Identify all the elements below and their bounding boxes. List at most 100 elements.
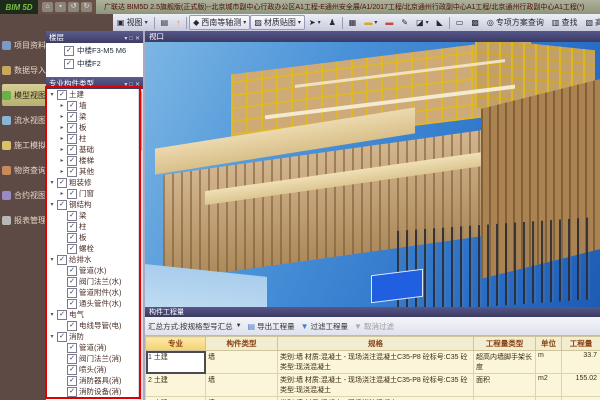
checkbox-checked-icon[interactable]: ✓	[67, 376, 77, 386]
cell-type[interactable]: 墙	[206, 374, 278, 397]
home-icon[interactable]: ⌂	[42, 2, 53, 12]
checkbox-checked-icon[interactable]: ✓	[57, 90, 67, 100]
tree-item[interactable]: ▸✓柱	[46, 133, 143, 144]
3d-viewport[interactable]	[145, 42, 600, 307]
cell-major[interactable]: 3土建	[146, 397, 206, 400]
cell-spec[interactable]: 类别:墙 材质:混凝土 - 现场浇注混凝土C35-P8	[278, 397, 474, 400]
tree-item[interactable]: ✓通头管件(水)	[46, 298, 143, 309]
grid-button[interactable]: ▩	[467, 16, 483, 29]
cell-qty[interactable]	[562, 397, 600, 400]
checkbox-checked-icon[interactable]: ✓	[67, 233, 77, 243]
tree-collapsed-arrow-icon[interactable]: ▸	[59, 113, 65, 120]
tree-item[interactable]: ▸✓板	[46, 122, 143, 133]
column-header-3[interactable]: 规格	[278, 337, 474, 351]
tree-expanded-arrow-icon[interactable]: ▾	[49, 311, 55, 318]
checkbox-checked-icon[interactable]: ✓	[64, 46, 74, 56]
cell-qty[interactable]: 155.02	[562, 374, 600, 397]
checkbox-checked-icon[interactable]: ✓	[57, 255, 67, 265]
cell-type[interactable]: 墙	[206, 351, 278, 374]
return-origin-button[interactable]: ↑	[172, 16, 184, 29]
column-header-2[interactable]: 构件类型	[206, 337, 278, 351]
column-header-1[interactable]: 专业	[146, 337, 206, 351]
cell-qtype[interactable]	[474, 397, 536, 400]
checkbox-checked-icon[interactable]: ✓	[67, 266, 77, 276]
column-header-5[interactable]: 单位	[536, 337, 562, 351]
checkbox-checked-icon[interactable]: ✓	[67, 112, 77, 122]
tree-expanded-arrow-icon[interactable]: ▾	[49, 256, 55, 263]
cell-qtype[interactable]: 面积	[474, 374, 536, 397]
checkbox-checked-icon[interactable]: ✓	[67, 244, 77, 254]
checkbox-checked-icon[interactable]: ✓	[67, 222, 77, 232]
tree-item[interactable]: ✓梁	[46, 210, 143, 221]
tree-collapsed-arrow-icon[interactable]: ▸	[59, 102, 65, 109]
tree-item[interactable]: ✓喷头(消)	[46, 364, 143, 375]
checkbox-checked-icon[interactable]: ✓	[57, 178, 67, 188]
filter-quantity-button[interactable]: ▼过滤工程量	[301, 321, 348, 332]
tree-expanded-arrow-icon[interactable]: ▾	[49, 179, 55, 186]
material-map-dropdown[interactable]: ▨材质贴图▾	[250, 15, 305, 30]
tree-item[interactable]: ✓电线导管(电)	[46, 320, 143, 331]
tab-report-manage[interactable]: 报表管理	[2, 209, 46, 231]
cell-unit[interactable]	[536, 397, 562, 400]
tree-item[interactable]: ▾✓电气	[46, 309, 143, 320]
tree-item[interactable]: ▸✓墙	[46, 100, 143, 111]
checkbox-checked-icon[interactable]: ✓	[67, 134, 77, 144]
walk-mode-button[interactable]: ➤▾	[305, 16, 325, 29]
tree-item[interactable]: ▸✓门窗	[46, 188, 143, 199]
tab-contract-view[interactable]: 合约视图	[2, 184, 46, 206]
tree-scrollbar-thumb[interactable]	[139, 91, 142, 151]
tree-item[interactable]: ▸✓基础	[46, 144, 143, 155]
tree-collapsed-arrow-icon[interactable]: ▸	[59, 124, 65, 131]
tab-project-info[interactable]: 项目资料	[2, 34, 46, 56]
tree-expanded-arrow-icon[interactable]: ▾	[49, 91, 55, 98]
checkbox-checked-icon[interactable]: ✓	[67, 101, 77, 111]
redo-icon[interactable]: ↻	[81, 2, 92, 12]
tree-collapsed-arrow-icon[interactable]: ▸	[59, 157, 65, 164]
view-button[interactable]: ▣视图▾	[113, 15, 152, 30]
tree-item[interactable]: ✓柱	[46, 221, 143, 232]
print-button[interactable]: ▭	[452, 16, 468, 29]
tree-item[interactable]: ✓管道附件(水)	[46, 287, 143, 298]
float-icon[interactable]: □	[129, 36, 133, 42]
view-direction-dropdown[interactable]: ◆西南等轴测▾	[189, 15, 250, 30]
tree-collapsed-arrow-icon[interactable]: ▸	[59, 135, 65, 142]
tree-item[interactable]: ▾✓给排水	[46, 254, 143, 265]
measure-button[interactable]: ▬▾	[360, 16, 381, 29]
column-header-4[interactable]: 工程量类型	[474, 337, 536, 351]
cell-major[interactable]: 2土建	[146, 374, 206, 397]
pin-icon[interactable]: ▾	[124, 36, 127, 42]
tree-item[interactable]: ✓阀门法兰(消)	[46, 353, 143, 364]
export-quantity-button[interactable]: ▤导出工程量	[248, 321, 295, 332]
tree-item[interactable]: ✓消防设备(消)	[46, 386, 143, 397]
checkbox-checked-icon[interactable]: ✓	[67, 288, 77, 298]
special-plan-query-button[interactable]: ◎专项方案查询	[483, 15, 548, 30]
tree-item[interactable]: ✓管道(水)	[46, 265, 143, 276]
checkbox-checked-icon[interactable]: ✓	[67, 365, 77, 375]
tree-item[interactable]: ▾✓消防	[46, 331, 143, 342]
marker-button[interactable]: ▬	[381, 16, 397, 29]
tree-expanded-arrow-icon[interactable]: ▾	[49, 333, 55, 340]
cell-unit[interactable]: m2	[536, 374, 562, 397]
checkbox-checked-icon[interactable]: ✓	[67, 277, 77, 287]
cell-qtype[interactable]: 超高内墙脚手架长度	[474, 351, 536, 374]
tab-construction-sim[interactable]: 施工模拟	[2, 134, 46, 156]
undo-icon[interactable]: ↺	[68, 2, 79, 12]
tree-item[interactable]: ✓消防器具(消)	[46, 375, 143, 386]
tab-model-view[interactable]: 模型视图	[2, 84, 46, 106]
cell-qty[interactable]: 33.7	[562, 351, 600, 374]
tree-expanded-arrow-icon[interactable]: ▾	[49, 201, 55, 208]
section-box-button[interactable]: ▦	[345, 16, 361, 29]
tab-flow-view[interactable]: 流水视图	[2, 109, 46, 131]
cell-major[interactable]: 1土建	[146, 351, 206, 374]
tab-material-query[interactable]: 物资查询	[2, 159, 46, 181]
cell-spec[interactable]: 类别:墙 材质:混凝土 - 现场浇注混凝土C35-P8 砼标号:C35 砼类型:…	[278, 351, 474, 374]
close-icon[interactable]: ✕	[135, 82, 140, 88]
checkbox-checked-icon[interactable]: ✓	[57, 200, 67, 210]
pin-icon[interactable]: ▾	[124, 82, 127, 88]
checkbox-checked-icon[interactable]: ✓	[67, 343, 77, 353]
checkbox-checked-icon[interactable]: ✓	[64, 59, 74, 69]
checkbox-checked-icon[interactable]: ✓	[67, 156, 77, 166]
column-header-6[interactable]: 工程量	[562, 337, 600, 351]
tree-item[interactable]: ▸✓楼梯	[46, 155, 143, 166]
checkbox-checked-icon[interactable]: ✓	[67, 299, 77, 309]
